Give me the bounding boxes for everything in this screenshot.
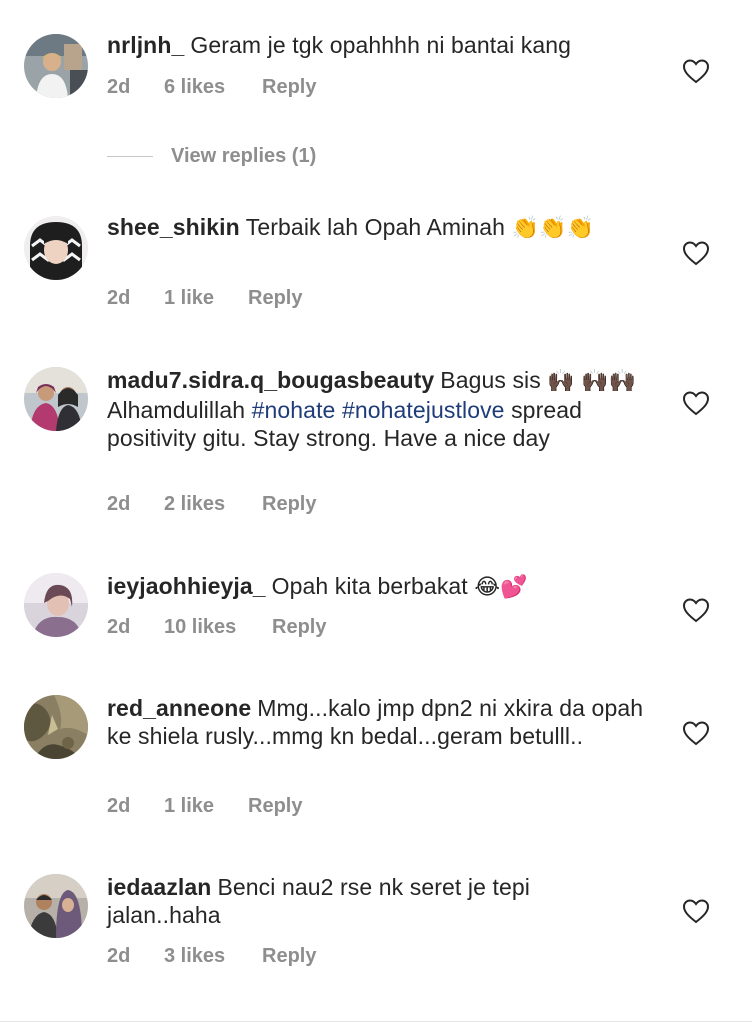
comment-username[interactable]: shee_shikin: [107, 214, 240, 240]
clapping-hands-emoji: 👏👏👏: [511, 216, 595, 241]
reply-button[interactable]: Reply: [272, 616, 326, 639]
likes-count[interactable]: 1 like: [164, 287, 214, 310]
reply-button[interactable]: Reply: [262, 76, 316, 99]
comment-username[interactable]: iedaazlan: [107, 874, 211, 900]
comment-time: 2d: [107, 287, 131, 309]
likes-count[interactable]: 10 likes: [164, 616, 236, 639]
comment-username[interactable]: ieyjaohhieyja_: [107, 573, 266, 599]
likes-count[interactable]: 1 like: [164, 795, 214, 818]
reply-button[interactable]: Reply: [262, 945, 316, 968]
divider: [0, 1021, 752, 1022]
comment-username[interactable]: red_anneone: [107, 695, 251, 721]
heart-outline-icon[interactable]: [682, 390, 710, 416]
comment-text: ieyjaohhieyja_ Opah kita berbakat 😂💕: [107, 573, 528, 600]
comment-username[interactable]: nrljnh_: [107, 32, 184, 58]
raising-hands-emoji: 🙌🏿: [547, 369, 575, 394]
comment-time: 2d: [107, 76, 131, 98]
avatar[interactable]: [24, 216, 88, 280]
hashtag-link[interactable]: #nohate: [252, 397, 336, 423]
reply-button[interactable]: Reply: [248, 795, 302, 818]
comment-text: madu7.sidra.q_bougasbeauty Bagus sis 🙌🏿 🙌…: [107, 367, 637, 451]
heart-outline-icon[interactable]: [682, 58, 710, 84]
comment-time: 2d: [107, 493, 131, 515]
view-replies-label: View replies (1): [171, 145, 317, 167]
comment-text: iedaazlan Benci nau2 rse nk seret je tepi…: [107, 874, 530, 928]
view-replies-button[interactable]: View replies (1): [107, 142, 407, 172]
avatar[interactable]: [24, 874, 88, 938]
avatar[interactable]: [24, 695, 88, 759]
comment-text: red_anneone Mmg...kalo jmp dpn2 ni xkira …: [107, 695, 644, 749]
likes-count[interactable]: 3 likes: [164, 945, 225, 968]
comment-time: 2d: [107, 945, 131, 967]
laughing-emoji: 😂💕: [474, 575, 528, 600]
comment-text: nrljnh_ Geram je tgk opahhhh ni bantai ka…: [107, 32, 572, 58]
comment-time: 2d: [107, 795, 131, 817]
heart-outline-icon[interactable]: [682, 240, 710, 266]
likes-count[interactable]: 2 likes: [164, 493, 225, 516]
raising-hands-emoji: 🙌🏿🙌🏿: [581, 369, 637, 394]
heart-outline-icon[interactable]: [682, 898, 710, 924]
divider: [107, 156, 153, 157]
comment-time: 2d: [107, 616, 131, 638]
heart-outline-icon[interactable]: [682, 597, 710, 623]
avatar[interactable]: [24, 573, 88, 637]
heart-outline-icon[interactable]: [682, 720, 710, 746]
hashtag-link[interactable]: #nohatejustlove: [342, 397, 505, 423]
reply-button[interactable]: Reply: [262, 493, 316, 516]
likes-count[interactable]: 6 likes: [164, 76, 225, 99]
comment-text: shee_shikin Terbaik lah Opah Aminah 👏👏👏: [107, 214, 595, 241]
avatar[interactable]: [24, 34, 88, 98]
reply-button[interactable]: Reply: [248, 287, 302, 310]
avatar[interactable]: [24, 367, 88, 431]
comment-username[interactable]: madu7.sidra.q_bougasbeauty: [107, 367, 434, 393]
